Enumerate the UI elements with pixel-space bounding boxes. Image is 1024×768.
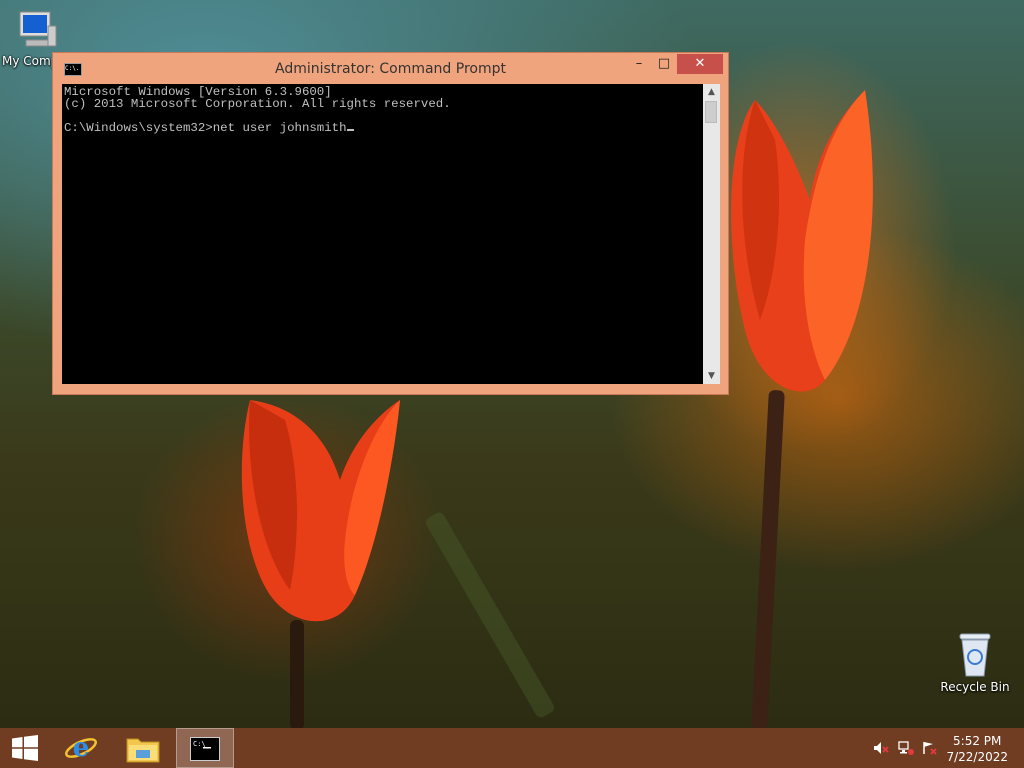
system-clock[interactable]: 5:52 PM 7/22/2022 <box>946 733 1008 765</box>
vertical-scrollbar[interactable]: ▲ ▼ <box>703 84 720 384</box>
text-cursor <box>346 129 354 131</box>
title-bar[interactable]: C:\. Administrator: Command Prompt – □ ✕ <box>53 53 728 84</box>
console-output[interactable]: Microsoft Windows [Version 6.3.9600] (c) … <box>62 84 703 384</box>
close-button[interactable]: ✕ <box>677 54 723 74</box>
scrollbar-thumb[interactable] <box>705 101 717 123</box>
maximize-button[interactable]: □ <box>652 54 676 74</box>
desktop-icon-label: Recycle Bin <box>940 680 1010 694</box>
start-button-icon <box>12 735 38 761</box>
command-prompt-icon: C:\ <box>190 737 220 761</box>
taskbar-command-prompt[interactable]: C:\ <box>176 728 234 768</box>
taskbar-internet-explorer[interactable]: e <box>56 728 106 768</box>
svg-text:e: e <box>73 733 90 763</box>
tulip-right <box>731 90 873 392</box>
scroll-up-arrow-icon[interactable]: ▲ <box>703 84 720 100</box>
console-input: C:\Windows\system32>net user johnsmith <box>64 121 347 135</box>
scroll-down-arrow-icon[interactable]: ▼ <box>703 368 720 384</box>
tulip-left <box>241 400 400 622</box>
minimize-button[interactable]: – <box>627 54 651 74</box>
computer-icon <box>19 11 57 47</box>
desktop-icon-recycle-bin[interactable]: Recycle Bin <box>940 630 1010 694</box>
file-explorer-icon <box>126 738 160 763</box>
action-center-icon[interactable] <box>922 741 938 755</box>
console-prompt-line: C:\Windows\system32>net user johnsmith <box>64 122 703 134</box>
console-line: (c) 2013 Microsoft Corporation. All righ… <box>64 97 451 111</box>
svg-text:C:\: C:\ <box>193 740 206 748</box>
clock-time: 5:52 PM <box>953 734 1002 748</box>
clock-date: 7/22/2022 <box>946 750 1008 764</box>
start-button[interactable] <box>0 728 50 768</box>
network-icon[interactable] <box>898 741 914 755</box>
internet-explorer-icon: e <box>65 733 97 763</box>
volume-muted-icon[interactable] <box>873 741 889 755</box>
command-prompt-window[interactable]: C:\. Administrator: Command Prompt – □ ✕… <box>52 52 729 395</box>
taskbar: e C:\ 5:52 PM 7/22/2022 <box>0 728 1024 768</box>
recycle-bin-icon <box>959 633 991 677</box>
taskbar-file-explorer[interactable] <box>116 728 170 768</box>
